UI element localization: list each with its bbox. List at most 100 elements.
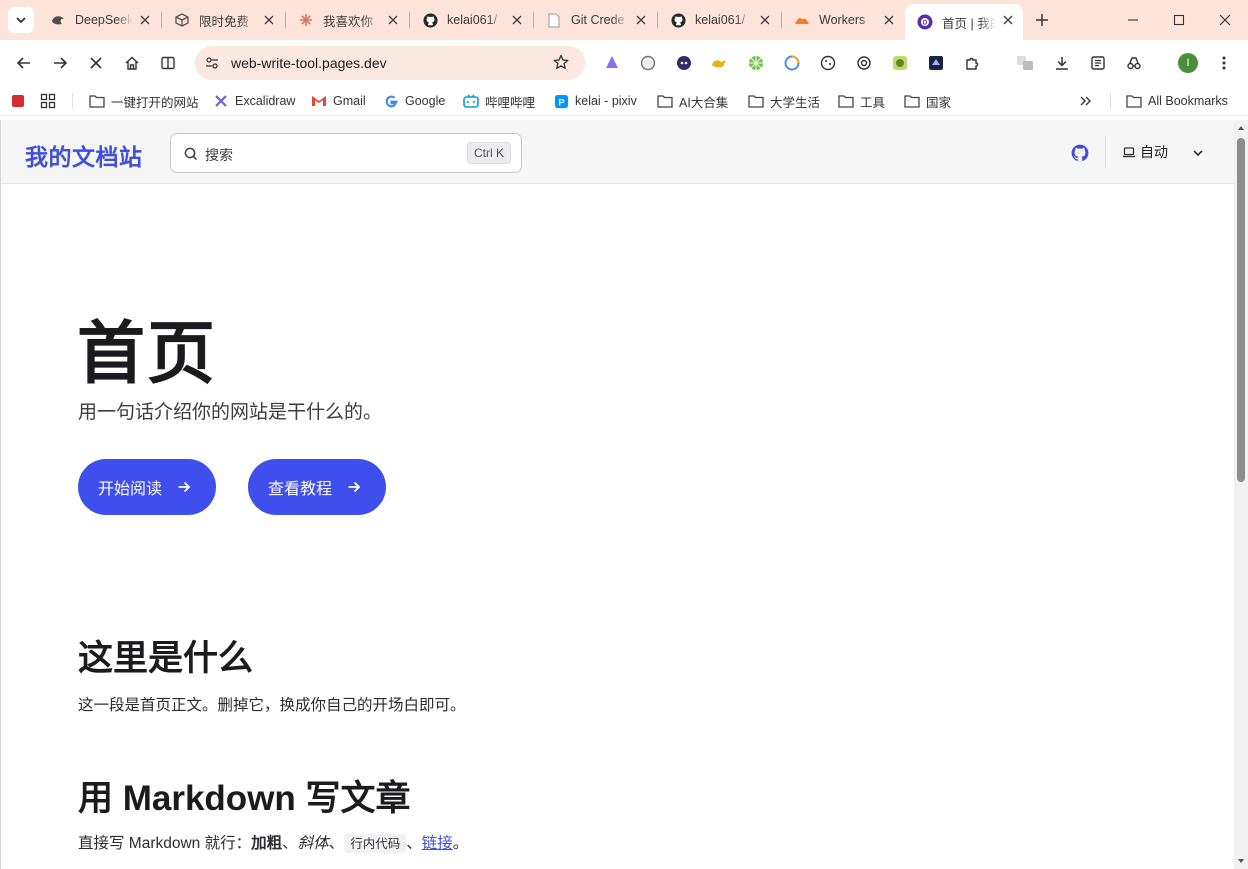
bookmark-excalidraw[interactable]: Excalidraw <box>213 91 295 111</box>
bookmark-google[interactable]: Google <box>383 91 445 111</box>
close-window-button[interactable] <box>1202 0 1248 40</box>
home-button[interactable] <box>120 51 144 75</box>
extension-dark-icon[interactable] <box>926 53 946 73</box>
bookmark-apps[interactable] <box>40 91 62 111</box>
tab-github-1[interactable]: kelai061/ <box>410 4 532 36</box>
search-icon <box>184 147 198 161</box>
bookmark-bilibili[interactable]: 哔哩哔哩 <box>463 91 535 111</box>
inline-code-example: 行内代码 <box>344 834 407 853</box>
claude-icon <box>298 12 314 28</box>
profile-avatar[interactable]: I <box>1178 53 1198 73</box>
extensions-puzzle-icon[interactable] <box>962 53 982 73</box>
maximize-icon <box>1173 14 1185 26</box>
extension-lime-icon[interactable] <box>746 53 766 73</box>
pixiv-icon: P <box>553 93 569 109</box>
minimize-button[interactable] <box>1110 0 1156 40</box>
tab-docs-home[interactable]: D 首页 | 我的 <box>905 4 1023 40</box>
split-view-button[interactable] <box>156 51 180 75</box>
extension-green-icon[interactable] <box>890 53 910 73</box>
site-header: 我的文档站 搜索 Ctrl K 自动 <box>1 120 1234 184</box>
site-info-icon[interactable] <box>203 54 221 72</box>
bookmark-gmail[interactable]: Gmail <box>311 91 366 111</box>
folder-icon <box>657 93 673 109</box>
menu-kebab-icon[interactable] <box>1214 53 1234 73</box>
bookmark-red[interactable] <box>10 91 32 111</box>
view-tutorial-button[interactable]: 查看教程 <box>248 459 386 515</box>
url-text[interactable]: web-write-tool.pages.dev <box>231 55 387 71</box>
translate-icon[interactable] <box>1015 53 1035 73</box>
extension-color-icon[interactable] <box>782 53 802 73</box>
tab-search-button[interactable] <box>8 7 34 33</box>
start-reading-button[interactable]: 开始阅读 <box>78 459 216 515</box>
search-shortcut: Ctrl K <box>467 142 511 164</box>
link-example[interactable]: 链接 <box>422 835 453 852</box>
chevron-down-icon <box>16 17 26 24</box>
bookmarks-overflow-button[interactable] <box>1078 91 1100 111</box>
italic-example: 斜体 <box>297 835 329 852</box>
close-icon[interactable] <box>262 13 276 27</box>
scrollbar-thumb[interactable] <box>1237 138 1245 482</box>
view-tutorial-label: 查看教程 <box>268 481 333 498</box>
close-icon[interactable] <box>1001 13 1015 27</box>
docs-site-icon: D <box>917 14 933 30</box>
all-bookmarks-button[interactable]: All Bookmarks <box>1126 91 1228 111</box>
extension-purple-icon[interactable] <box>602 53 622 73</box>
search-label: 搜索 <box>205 147 233 163</box>
bookmark-folder-quick[interactable]: 一键打开的网站 <box>89 91 199 111</box>
tab-workers[interactable]: Workers <box>782 4 904 36</box>
laptop-icon <box>1123 147 1135 158</box>
tab-git-credentials[interactable]: Git Crede <box>534 4 656 36</box>
close-icon[interactable] <box>634 13 648 27</box>
tab-deepseek[interactable]: DeepSeek <box>38 4 160 36</box>
extension-duck-icon[interactable] <box>709 53 729 73</box>
close-icon[interactable] <box>138 13 152 27</box>
page-scrollbar[interactable] <box>1234 120 1248 869</box>
tab-promo[interactable]: 限时免费 <box>162 4 284 36</box>
tab-claude[interactable]: 我喜欢你 <box>286 4 408 36</box>
labs-icon[interactable] <box>1124 53 1144 73</box>
bookmark-folder-college[interactable]: 大学生活 <box>748 91 820 111</box>
download-icon[interactable] <box>1052 53 1072 73</box>
folder-icon <box>1126 93 1142 109</box>
new-tab-button[interactable] <box>1032 10 1052 30</box>
red-square-icon <box>10 93 26 109</box>
cube-icon <box>174 12 190 28</box>
extension-cloud-icon[interactable] <box>638 53 658 73</box>
bookmark-folder-tools[interactable]: 工具 <box>838 91 885 111</box>
stop-loading-button[interactable] <box>84 51 108 75</box>
chevron-down-icon[interactable] <box>1191 146 1205 160</box>
bookmark-separator <box>72 93 73 109</box>
browser-toolbar: web-write-tool.pages.dev I <box>0 40 1248 86</box>
github-icon <box>670 12 686 28</box>
extension-face-icon[interactable] <box>674 53 694 73</box>
extension-cookie-icon[interactable] <box>818 53 838 73</box>
theme-switcher[interactable]: 自动 <box>1122 142 1168 162</box>
google-icon <box>383 93 399 109</box>
folder-icon <box>748 93 764 109</box>
github-icon[interactable] <box>1071 144 1089 162</box>
scroll-down-icon[interactable] <box>1237 857 1245 865</box>
reading-list-icon[interactable] <box>1088 53 1108 73</box>
close-icon[interactable] <box>882 13 896 27</box>
address-bar[interactable]: web-write-tool.pages.dev <box>195 46 585 80</box>
bookmark-folder-ai[interactable]: AI大合集 <box>657 91 728 111</box>
close-icon[interactable] <box>510 13 524 27</box>
plus-icon <box>1036 14 1048 26</box>
theme-label: 自动 <box>1140 144 1168 160</box>
close-icon[interactable] <box>386 13 400 27</box>
bookmark-star-icon[interactable] <box>553 54 571 72</box>
arrow-right-icon <box>54 57 68 69</box>
search-button[interactable]: 搜索 Ctrl K <box>170 133 522 173</box>
back-button[interactable] <box>12 51 36 75</box>
tab-github-2[interactable]: kelai061/ <box>658 4 780 36</box>
bookmark-pixiv[interactable]: P kelai - pixiv <box>553 91 637 111</box>
maximize-button[interactable] <box>1156 0 1202 40</box>
section-heading-markdown: 用 Markdown 写文章 <box>78 779 411 818</box>
extension-openai-icon[interactable] <box>854 53 874 73</box>
bookmark-folder-country[interactable]: 国家 <box>904 91 951 111</box>
close-icon[interactable] <box>758 13 772 27</box>
forward-button[interactable] <box>48 51 72 75</box>
scroll-up-icon[interactable] <box>1237 124 1245 132</box>
section-body-markdown: 直接写 Markdown 就行：加粗、斜体、 行内代码 、链接。 <box>78 834 469 853</box>
site-logo[interactable]: 我的文档站 <box>25 138 143 172</box>
